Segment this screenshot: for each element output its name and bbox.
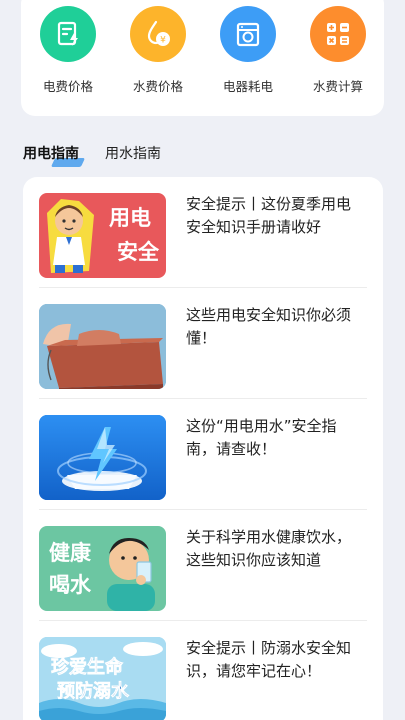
article-thumbnail <box>39 304 166 389</box>
article-thumbnail: 用电 安全 <box>39 193 166 278</box>
services-card: 电费价格 ¥ 水费价格 电器耗电 水费计算 <box>21 0 384 116</box>
water-price-icon: ¥ <box>130 6 186 62</box>
article-title: 安全提示丨这份夏季用电安全知识手册请收好 <box>186 195 352 236</box>
thumbnail-caption: 安全 <box>117 240 159 264</box>
thumbnail-caption: 用电 <box>109 206 151 230</box>
list-item[interactable]: 这份“用电用水”安全指南，请查收！ <box>23 399 383 510</box>
list-item[interactable]: 用电 安全 安全提示丨这份夏季用电安全知识手册请收好 <box>23 177 383 288</box>
service-label: 水费计算 <box>312 79 363 94</box>
service-label: 电费价格 <box>42 79 93 94</box>
service-label: 电器耗电 <box>222 79 273 94</box>
list-item[interactable]: 这些用电安全知识你必须懂！ <box>23 288 383 399</box>
thumbnail-caption: 健康 <box>49 541 91 565</box>
electricity-price-icon <box>40 6 96 62</box>
service-water-calc[interactable]: 水费计算 <box>298 6 378 95</box>
service-electricity-price[interactable]: 电费价格 <box>28 6 108 95</box>
thumbnail-caption: 珍爱生命 <box>51 657 124 679</box>
svg-text:¥: ¥ <box>160 36 166 46</box>
service-label: 水费价格 <box>132 79 183 94</box>
service-appliance-power[interactable]: 电器耗电 <box>208 6 288 95</box>
thumbnail-caption: 喝水 <box>49 573 91 597</box>
service-water-price[interactable]: ¥ 水费价格 <box>118 6 198 95</box>
article-thumbnail: 健康 喝水 <box>39 526 166 611</box>
appliance-power-icon <box>220 6 276 62</box>
list-item[interactable]: 珍爱生命 预防溺水 安全提示丨防溺水安全知识，请您牢记在心！ <box>23 621 383 720</box>
article-title: 关于科学用水健康饮水，这些知识你应该知道 <box>186 528 352 569</box>
article-title: 这份“用电用水”安全指南，请查收！ <box>186 417 337 458</box>
tab-water-guide[interactable]: 用水指南 <box>105 143 161 163</box>
article-title: 这些用电安全知识你必须懂！ <box>186 306 352 347</box>
article-title: 安全提示丨防溺水安全知识，请您牢记在心！ <box>186 639 352 680</box>
calculator-icon <box>310 6 366 62</box>
article-thumbnail <box>39 415 166 500</box>
thumbnail-caption: 预防溺水 <box>57 681 130 703</box>
article-list: 用电 安全 安全提示丨这份夏季用电安全知识手册请收好 这些用电安全知识你必须懂！ <box>23 177 383 720</box>
tab-electricity-guide[interactable]: 用电指南 <box>23 143 79 163</box>
article-thumbnail: 珍爱生命 预防溺水 <box>39 637 166 720</box>
list-item[interactable]: 健康 喝水 关于科学用水健康饮水，这些知识你应该知道 <box>23 510 383 621</box>
